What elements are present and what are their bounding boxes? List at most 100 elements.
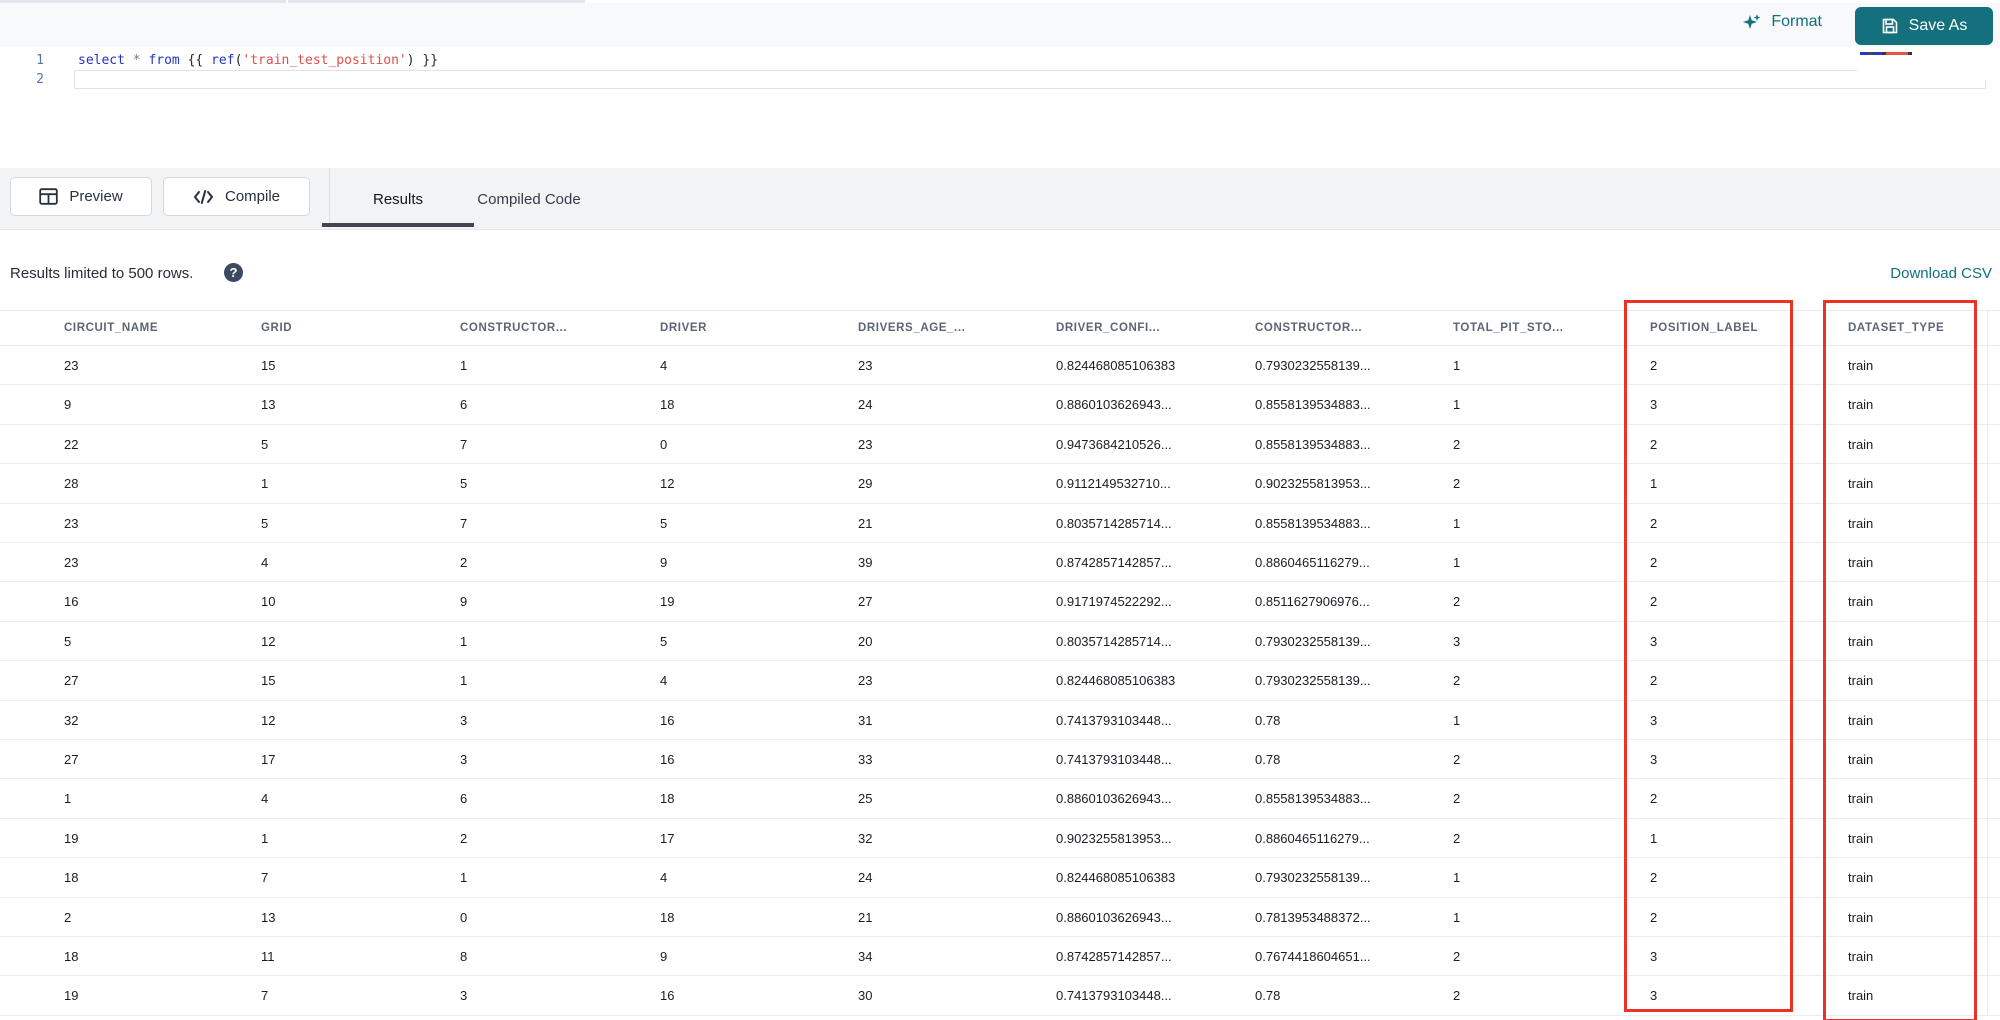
table-cell: 28 [64, 476, 79, 492]
table-row[interactable]: 27 15 1 4 23 0.824468085106383 0.7930232558139… [0, 661, 2000, 701]
column-header[interactable]: DATASET_TYPE [1848, 311, 1944, 346]
table-row[interactable]: 18 11 8 9 34 0.8742857142857... 0.767441860465… [0, 937, 2000, 977]
table-row[interactable]: 16 10 9 19 27 0.9171974522292... 0.85116279069… [0, 582, 2000, 622]
table-cell: 27 [64, 752, 79, 767]
table-row[interactable]: 23 5 7 5 21 0.8035714285714... 0.8558139534883… [0, 503, 2000, 543]
table-cell: 18 [660, 791, 675, 807]
table-cell: 0.7674418604651... [1255, 949, 1371, 964]
table-row[interactable]: 2 13 0 18 21 0.8860103626943... 0.781395348837… [0, 897, 2000, 937]
table-cell: 6 [460, 397, 468, 413]
table-cell: 0.9112149532710... [1056, 476, 1171, 492]
table-row[interactable]: 32 12 3 16 31 0.7413793103448... 0.78 1 3 train [0, 700, 2000, 740]
table-cell: 23 [858, 436, 873, 452]
table-grid-icon [39, 188, 59, 205]
save-as-button[interactable]: Save As [1855, 7, 1993, 45]
table-cell: 0.8860465116279... [1255, 555, 1370, 570]
table-cell: train [1848, 909, 1874, 925]
table-cell: 0.824468085106383 [1056, 870, 1176, 886]
code-line[interactable]: 2 [0, 70, 2000, 89]
column-header[interactable]: DRIVER_CONFI... [1056, 311, 1160, 346]
table-row[interactable]: 18 7 1 4 24 0.824468085106383 0.7930232558139.… [0, 858, 2000, 898]
table-cell: 2 [1650, 870, 1658, 886]
question-mark-icon[interactable]: ? [224, 263, 243, 282]
table-cell: 0.824468085106383 [1056, 673, 1176, 689]
table-cell: 2 [1650, 594, 1658, 610]
table-cell: train [1848, 436, 1874, 452]
table-cell: 4 [261, 555, 269, 570]
table-cell: train [1848, 633, 1874, 649]
column-header[interactable]: CONSTRUCTOR... [460, 311, 567, 346]
code-line[interactable]: 1 select * from {{ ref('train_test_positi… [0, 51, 2000, 70]
table-cell: 0.7930232558139... [1255, 633, 1371, 649]
table-cell: 3 [1650, 988, 1658, 1004]
results-limit-text: Results limited to 500 rows. [10, 265, 194, 282]
download-csv-link[interactable]: Download CSV [1890, 265, 1992, 282]
table-cell: 2 [1453, 949, 1461, 964]
table-row[interactable]: 19 1 2 17 32 0.9023255813953... 0.886046511627… [0, 818, 2000, 859]
column-header[interactable]: DRIVERS_AGE_... [858, 311, 965, 346]
column-header[interactable]: TOTAL_PIT_STO... [1453, 311, 1564, 346]
table-row[interactable]: 23 15 1 4 23 0.824468085106383 0.7930232558139… [0, 346, 2000, 386]
table-cell: 0.78 [1255, 752, 1281, 767]
table-cell: 3 [1453, 633, 1461, 649]
table-cell: 2 [1650, 358, 1658, 373]
table-cell: 15 [261, 358, 276, 373]
table-cell: 19 [660, 594, 675, 610]
column-header[interactable]: CONSTRUCTOR... [1255, 311, 1362, 346]
table-cell: 23 [64, 515, 79, 531]
table-cell: 2 [1453, 594, 1461, 610]
table-cell: 2 [1453, 476, 1461, 492]
code-brackets-icon [193, 189, 214, 205]
table-cell: 4 [660, 358, 668, 373]
table-cell: 7 [460, 515, 468, 531]
table-cell: train [1848, 515, 1874, 531]
table-cell: 18 [64, 949, 79, 964]
table-cell: 0.8860103626943... [1056, 791, 1172, 807]
format-button[interactable]: Format [1742, 12, 1822, 32]
table-cell: 0.8558139534883... [1255, 397, 1371, 413]
preview-label: Preview [69, 188, 123, 205]
table-cell: train [1848, 476, 1874, 492]
table-row[interactable]: 9 13 6 18 24 0.8860103626943... 0.855813953488… [0, 385, 2000, 425]
column-header[interactable]: DRIVER [660, 311, 707, 346]
table-cell: 2 [1453, 830, 1461, 846]
table-cell: 1 [1453, 909, 1461, 925]
code-token: select [78, 53, 133, 68]
table-row[interactable]: 1 4 6 18 25 0.8860103626943... 0.8558139534883… [0, 779, 2000, 819]
table-cell: train [1848, 673, 1874, 689]
table-cell: train [1848, 791, 1874, 807]
tab-results[interactable]: Results [322, 168, 474, 230]
table-row[interactable]: 19 7 3 16 30 0.7413793103448... 0.78 2 3 train [0, 976, 2000, 1016]
table-cell: 29 [858, 476, 873, 492]
table-row[interactable]: 5 12 1 5 20 0.8035714285714... 0.7930232558139… [0, 621, 2000, 662]
column-header[interactable]: GRID [261, 311, 292, 346]
column-header[interactable]: CIRCUIT_NAME [64, 311, 158, 346]
table-cell: 0 [460, 909, 468, 925]
table-row[interactable]: 27 17 3 16 33 0.7413793103448... 0.78 2 3 train [0, 740, 2000, 780]
column-header[interactable]: POSITION_LABEL [1650, 311, 1758, 346]
table-cell: 32 [64, 712, 79, 728]
table-cell: 7 [460, 436, 468, 452]
format-label: Format [1771, 13, 1822, 30]
table-cell: 18 [64, 870, 79, 886]
table-row[interactable]: 23 4 2 9 39 0.8742857142857... 0.8860465116279… [0, 543, 2000, 583]
compile-button[interactable]: Compile [163, 177, 310, 216]
table-cell: train [1848, 712, 1874, 728]
table-right-border [1987, 310, 1988, 1015]
table-cell: 11 [261, 949, 275, 964]
table-row[interactable]: 22 5 7 0 23 0.9473684210526... 0.8558139534883… [0, 424, 2000, 465]
preview-button[interactable]: Preview [10, 177, 152, 216]
sql-editor[interactable]: 1 select * from {{ ref('train_test_positi… [0, 47, 2000, 168]
table-cell: 1 [1650, 830, 1658, 846]
code-token: }} [414, 53, 439, 68]
editor-minimap[interactable] [1857, 47, 1990, 80]
table-cell: 1 [1650, 476, 1658, 492]
table-cell: train [1848, 397, 1874, 413]
table-row[interactable]: 28 1 5 12 29 0.9112149532710... 0.902325581395… [0, 464, 2000, 504]
tab-compiled-code[interactable]: Compiled Code [468, 168, 590, 230]
compile-label: Compile [224, 188, 281, 205]
table-cell: 15 [261, 673, 276, 689]
sql-ide-app: Format Save As 1 select * from {{ ref('tr… [0, 0, 2000, 1020]
table-cell: 4 [261, 791, 269, 807]
table-cell: 25 [858, 791, 873, 807]
